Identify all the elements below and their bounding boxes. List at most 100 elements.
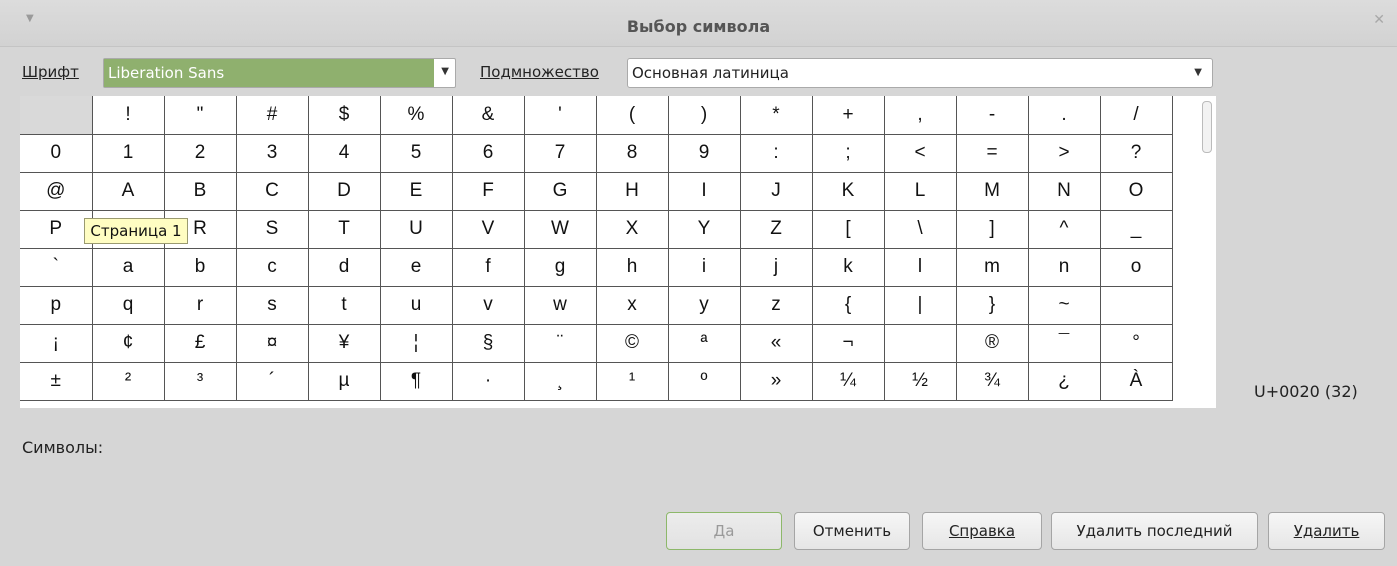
character-cell[interactable]: À: [1100, 362, 1173, 401]
character-cell[interactable]: ': [524, 96, 597, 135]
character-cell[interactable]: =: [956, 134, 1029, 173]
character-cell[interactable]: g: [524, 248, 597, 287]
character-cell[interactable]: *: [740, 96, 813, 135]
ok-button[interactable]: Да: [666, 512, 782, 550]
character-cell[interactable]: µ: [308, 362, 381, 401]
character-cell[interactable]: n: [1028, 248, 1101, 287]
character-cell[interactable]: ´: [236, 362, 309, 401]
character-cell[interactable]: 8: [596, 134, 669, 173]
character-cell[interactable]: Y: [668, 210, 741, 249]
character-cell[interactable]: 6: [452, 134, 525, 173]
character-cell[interactable]: º: [668, 362, 741, 401]
character-cell[interactable]: X: [596, 210, 669, 249]
character-cell[interactable]: l: [884, 248, 957, 287]
character-cell[interactable]: /: [1100, 96, 1173, 135]
character-cell[interactable]: N: [1028, 172, 1101, 211]
character-cell[interactable]: G: [524, 172, 597, 211]
character-cell[interactable]: e: [380, 248, 453, 287]
character-cell[interactable]: B: [164, 172, 237, 211]
character-cell[interactable]: ¾: [956, 362, 1029, 401]
character-cell[interactable]: ©: [596, 324, 669, 363]
font-value[interactable]: Liberation Sans: [104, 59, 434, 87]
character-cell[interactable]: -: [956, 96, 1029, 135]
character-cell[interactable]: f: [452, 248, 525, 287]
character-cell[interactable]: b: [164, 248, 237, 287]
character-cell[interactable]: m: [956, 248, 1029, 287]
character-cell[interactable]: D: [308, 172, 381, 211]
character-cell[interactable]: I: [668, 172, 741, 211]
character-cell[interactable]: +: [812, 96, 885, 135]
character-cell[interactable]: O: [1100, 172, 1173, 211]
character-cell[interactable]: z: [740, 286, 813, 325]
character-cell[interactable]: ]: [956, 210, 1029, 249]
character-cell[interactable]: H: [596, 172, 669, 211]
scrollbar-thumb[interactable]: [1202, 101, 1212, 153]
character-cell[interactable]: 2: [164, 134, 237, 173]
character-cell[interactable]: s: [236, 286, 309, 325]
character-cell[interactable]: ¤: [236, 324, 309, 363]
character-cell[interactable]: L: [884, 172, 957, 211]
character-cell[interactable]: ": [164, 96, 237, 135]
character-cell[interactable]: 5: [380, 134, 453, 173]
character-cell[interactable]: {: [812, 286, 885, 325]
character-cell[interactable]: ±: [20, 362, 93, 401]
character-cell[interactable]: 7: [524, 134, 597, 173]
character-cell[interactable]: q: [92, 286, 165, 325]
character-cell[interactable]: [: [812, 210, 885, 249]
character-cell[interactable]: F: [452, 172, 525, 211]
character-cell[interactable]: %: [380, 96, 453, 135]
character-cell[interactable]: £: [164, 324, 237, 363]
character-cell[interactable]: E: [380, 172, 453, 211]
character-cell[interactable]: x: [596, 286, 669, 325]
character-cell[interactable]: [1100, 286, 1173, 325]
character-cell[interactable]: #: [236, 96, 309, 135]
character-cell[interactable]: a: [92, 248, 165, 287]
character-cell[interactable]: $: [308, 96, 381, 135]
character-cell[interactable]: @: [20, 172, 93, 211]
character-cell[interactable]: Z: [740, 210, 813, 249]
close-icon[interactable]: ✕: [1373, 12, 1385, 28]
character-cell[interactable]: «: [740, 324, 813, 363]
character-cell[interactable]: C: [236, 172, 309, 211]
character-cell[interactable]: 0: [20, 134, 93, 173]
subset-value[interactable]: Основная латиница: [632, 59, 789, 87]
character-cell[interactable]: |: [884, 286, 957, 325]
character-cell[interactable]: ¡: [20, 324, 93, 363]
character-cell[interactable]: ?: [1100, 134, 1173, 173]
character-cell[interactable]: [884, 324, 957, 363]
character-cell[interactable]: ^: [1028, 210, 1101, 249]
character-cell[interactable]: [20, 96, 93, 135]
help-button[interactable]: Справка: [922, 512, 1042, 550]
character-cell[interactable]: h: [596, 248, 669, 287]
character-cell[interactable]: 4: [308, 134, 381, 173]
character-cell[interactable]: `: [20, 248, 93, 287]
chevron-down-icon[interactable]: ▼: [441, 66, 449, 77]
character-cell[interactable]: y: [668, 286, 741, 325]
character-cell[interactable]: M: [956, 172, 1029, 211]
character-cell[interactable]: w: [524, 286, 597, 325]
character-cell[interactable]: 1: [92, 134, 165, 173]
character-cell[interactable]: ,: [884, 96, 957, 135]
character-cell[interactable]: !: [92, 96, 165, 135]
character-cell[interactable]: (: [596, 96, 669, 135]
character-cell[interactable]: ;: [812, 134, 885, 173]
character-cell[interactable]: 3: [236, 134, 309, 173]
character-cell[interactable]: c: [236, 248, 309, 287]
character-cell[interactable]: r: [164, 286, 237, 325]
character-cell[interactable]: :: [740, 134, 813, 173]
character-cell[interactable]: A: [92, 172, 165, 211]
character-cell[interactable]: ®: [956, 324, 1029, 363]
character-cell[interactable]: ³: [164, 362, 237, 401]
character-cell[interactable]: §: [452, 324, 525, 363]
character-cell[interactable]: ¥: [308, 324, 381, 363]
character-cell[interactable]: ¦: [380, 324, 453, 363]
character-cell[interactable]: _: [1100, 210, 1173, 249]
character-cell[interactable]: ²: [92, 362, 165, 401]
character-cell[interactable]: »: [740, 362, 813, 401]
character-cell[interactable]: ¢: [92, 324, 165, 363]
character-cell[interactable]: V: [452, 210, 525, 249]
character-cell[interactable]: ¼: [812, 362, 885, 401]
character-cell[interactable]: U: [380, 210, 453, 249]
character-cell[interactable]: W: [524, 210, 597, 249]
character-cell[interactable]: j: [740, 248, 813, 287]
